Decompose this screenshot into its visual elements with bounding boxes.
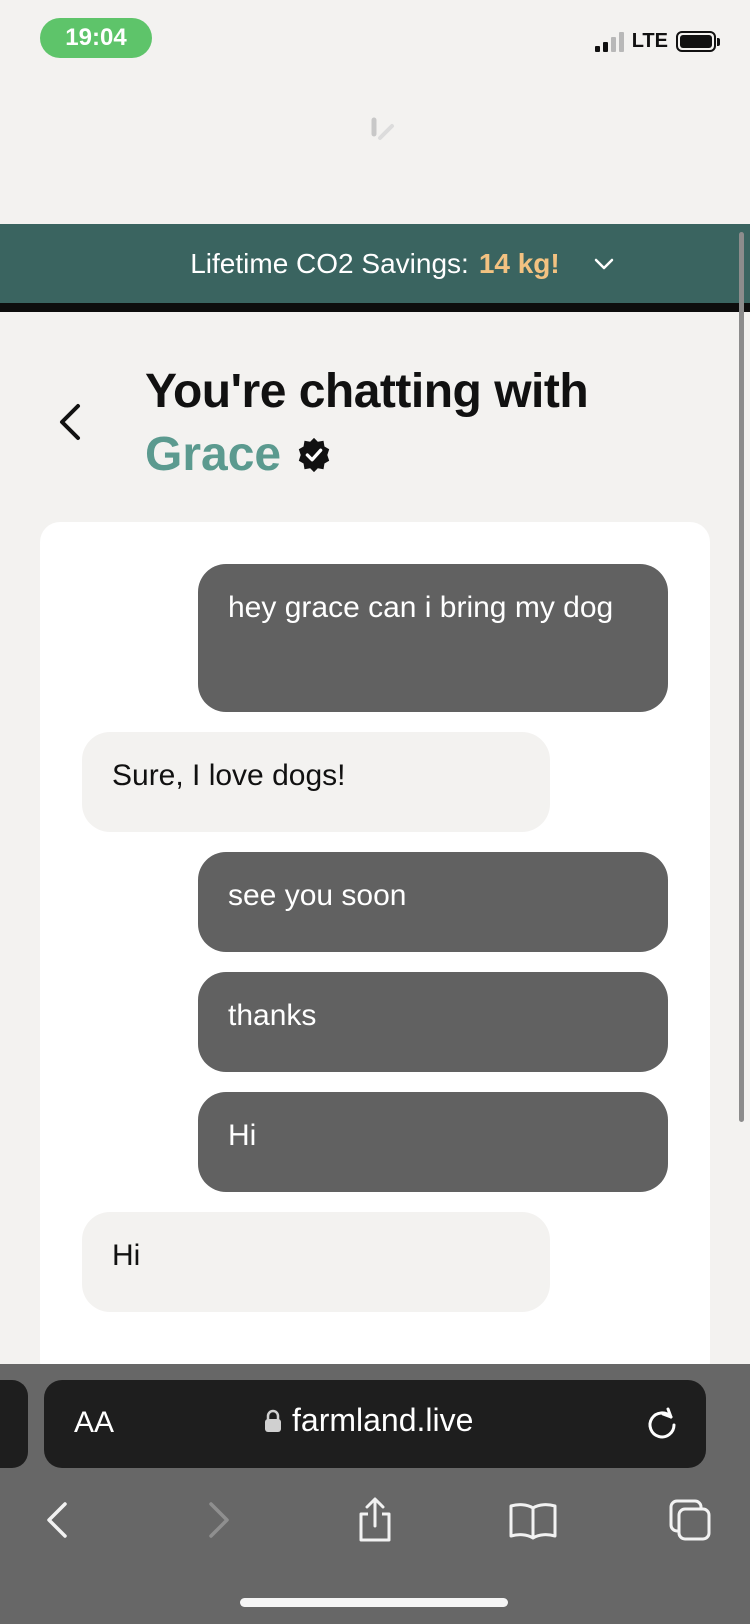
tabs-icon[interactable] bbox=[660, 1490, 720, 1550]
co2-savings-banner[interactable]: Lifetime CO2 Savings: 14 kg! bbox=[0, 224, 750, 312]
url-text: farmland.live bbox=[292, 1402, 474, 1438]
page-title: You're chatting with bbox=[145, 365, 589, 418]
co2-label: Lifetime CO2 Savings: bbox=[190, 247, 469, 279]
scrollbar[interactable] bbox=[739, 232, 744, 1122]
message-sent: see you soon bbox=[198, 852, 668, 952]
message-sent: Hi bbox=[198, 1092, 668, 1192]
lock-icon bbox=[265, 1409, 281, 1432]
network-type: LTE bbox=[631, 30, 668, 52]
chevron-left-icon[interactable] bbox=[56, 400, 86, 444]
nav-back-icon[interactable] bbox=[28, 1490, 88, 1550]
contact-row: Grace bbox=[145, 425, 333, 485]
co2-value: 14 kg! bbox=[478, 247, 560, 279]
battery-icon bbox=[676, 31, 720, 52]
verified-badge-icon bbox=[298, 437, 330, 473]
status-indicators: LTE bbox=[594, 30, 720, 53]
chevron-down-icon[interactable] bbox=[592, 252, 616, 276]
message-received: Sure, I love dogs! bbox=[82, 732, 550, 832]
loading-spinner-icon bbox=[371, 117, 394, 140]
previous-tab[interactable] bbox=[0, 1380, 28, 1468]
signal-icon bbox=[594, 31, 624, 52]
browser-nav-toolbar bbox=[0, 1490, 750, 1550]
nav-forward-icon[interactable] bbox=[188, 1490, 248, 1550]
url-display[interactable]: farmland.live bbox=[264, 1402, 473, 1439]
message-sent: thanks bbox=[198, 972, 668, 1072]
text-size-button[interactable]: AA bbox=[74, 1406, 114, 1440]
contact-name: Grace bbox=[145, 428, 282, 481]
message-received: Hi bbox=[82, 1212, 550, 1312]
reload-icon[interactable] bbox=[644, 1406, 680, 1442]
screen: 19:04 LTE Lifetime CO2 Savings: 14 kg! Y… bbox=[0, 0, 750, 1624]
address-bar[interactable]: AA farmland.live bbox=[44, 1380, 706, 1468]
home-indicator[interactable] bbox=[240, 1598, 508, 1607]
message-sent: hey grace can i bring my dog bbox=[198, 564, 668, 712]
status-time: 19:04 bbox=[40, 18, 152, 58]
bookmarks-icon[interactable] bbox=[503, 1490, 563, 1550]
share-icon[interactable] bbox=[345, 1490, 405, 1550]
chat-panel[interactable]: hey grace can i bring my dog Sure, I lov… bbox=[40, 522, 710, 1382]
